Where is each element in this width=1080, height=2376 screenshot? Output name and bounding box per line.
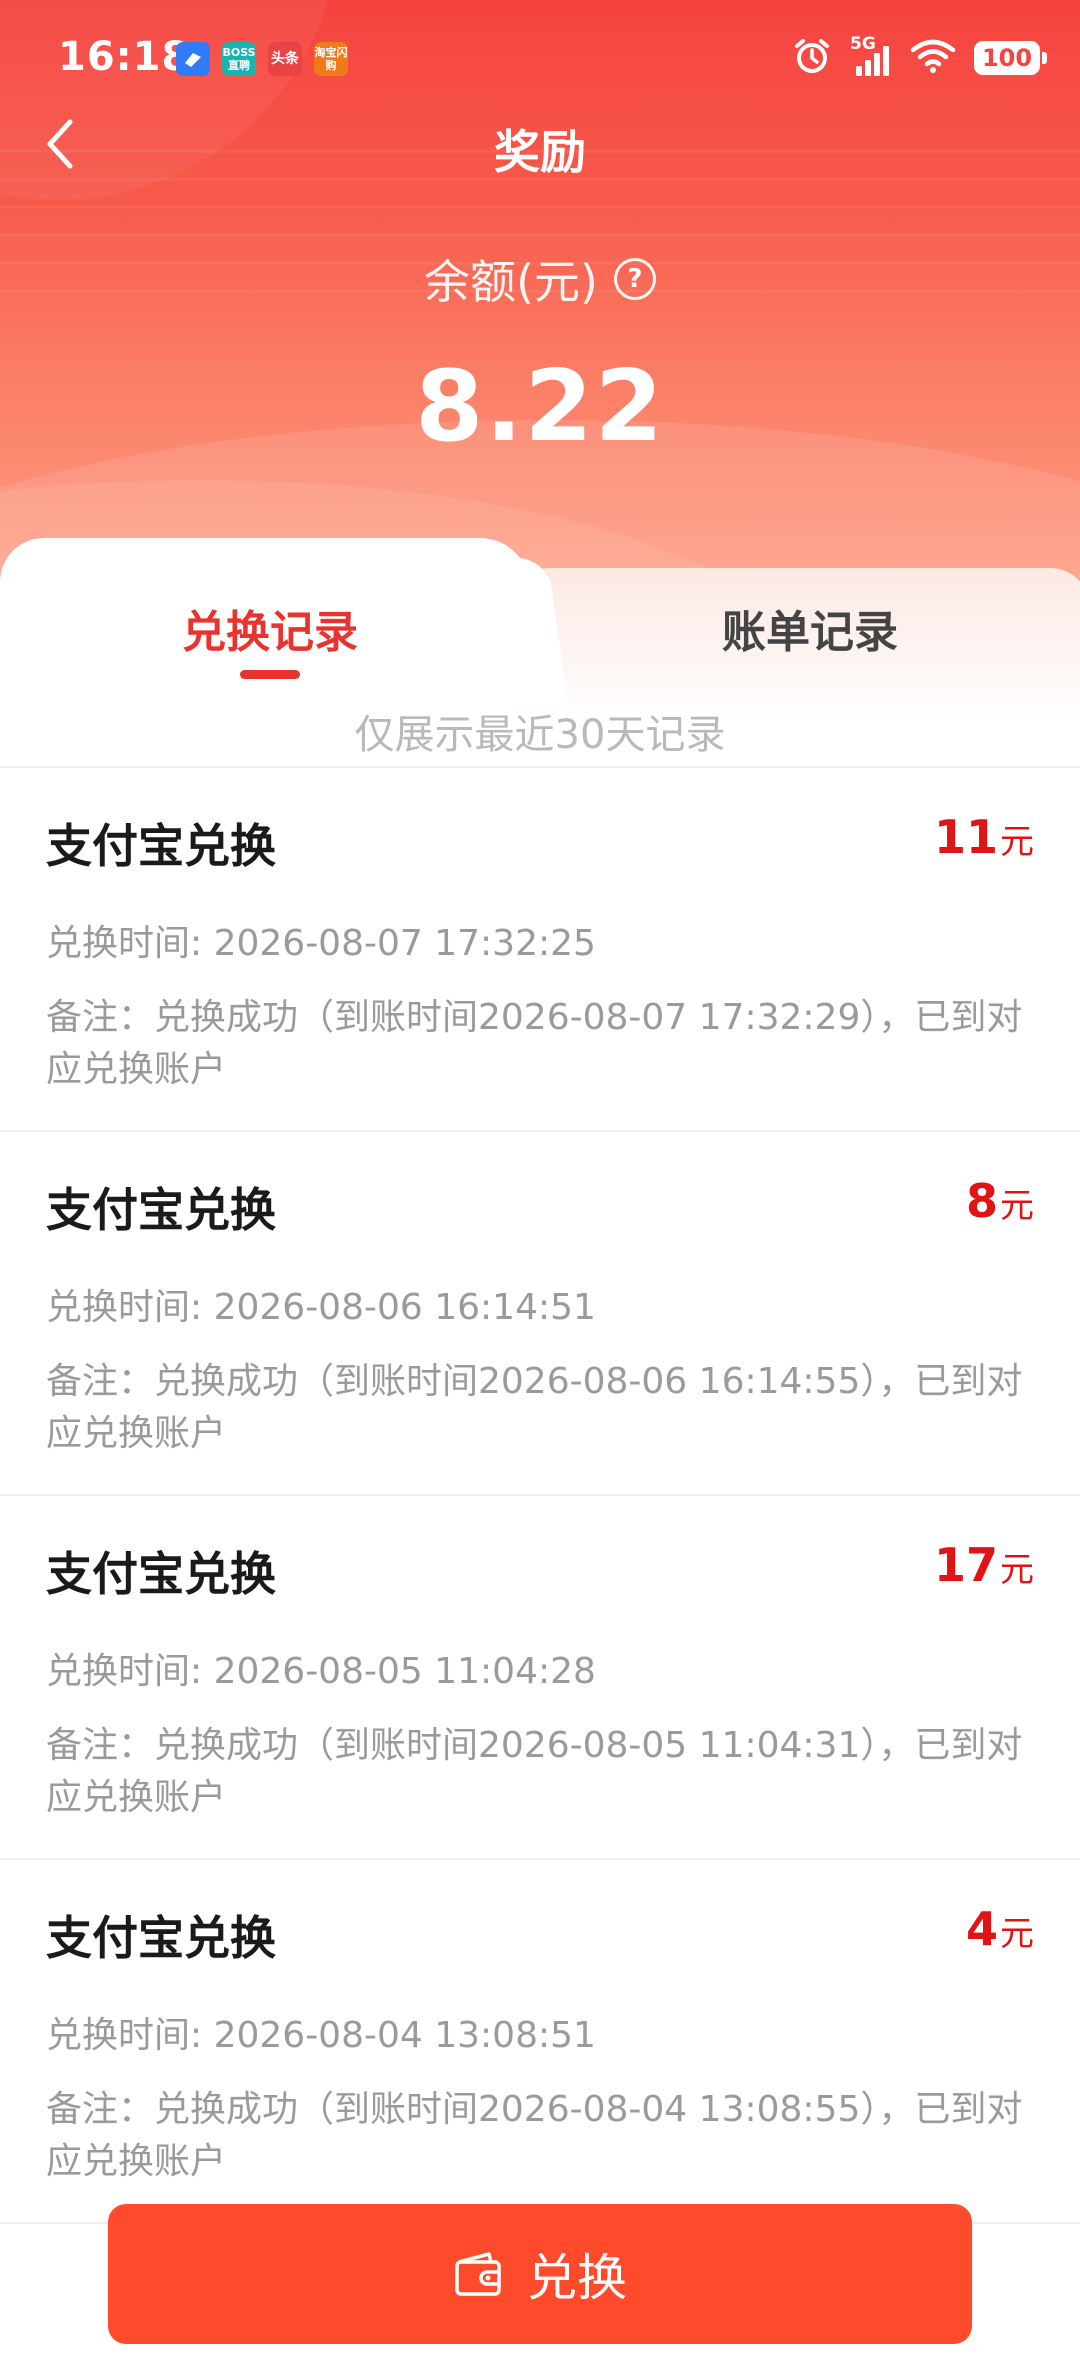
status-bar: 16:18 BOSS直聘 头条 淘宝闪购 5G 100 [0,0,1080,120]
wifi-icon [910,38,956,78]
list-item[interactable]: 支付宝兑换 8 元 兑换时间: 2026-08-06 16:14:51 备注：兑… [0,1132,1080,1496]
amount-unit: 元 [1000,1186,1034,1226]
toutiao-app-icon: 头条 [268,42,302,76]
record-title: 支付宝兑换 [46,1911,276,1965]
amount-unit: 元 [1000,822,1034,862]
list-item[interactable]: 支付宝兑换 17 元 兑换时间: 2026-08-05 11:04:28 备注：… [0,1496,1080,1860]
exchange-button-label: 兑换 [527,2249,627,2307]
battery-icon: 100 [974,41,1047,75]
list-item[interactable]: 支付宝兑换 4 元 兑换时间: 2026-08-04 13:08:51 备注：兑… [0,1860,1080,2224]
amount-value: 17 [933,1538,998,1592]
question-circle-icon[interactable]: ? [613,258,656,300]
balance-label: 余额(元) [424,255,598,309]
boss-app-icon: BOSS直聘 [222,42,256,76]
record-title: 支付宝兑换 [46,1547,276,1601]
record-title: 支付宝兑换 [46,819,276,873]
amount-unit: 元 [1000,1550,1034,1590]
record-amount: 11 元 [934,810,1034,864]
balance-label-row: 余额(元) ? [0,246,1080,312]
record-remark: 备注：兑换成功（到账时间2026-08-07 17:32:29），已到对应兑换账… [46,997,1023,1090]
amount-value: 4 [965,1902,998,1956]
amount-unit: 元 [1000,1914,1034,1954]
record-time: 兑换时间: 2026-08-05 11:04:28 [46,1651,596,1692]
wallet-icon [455,2252,501,2296]
list-item[interactable]: 支付宝兑换 11 元 兑换时间: 2026-08-07 17:32:25 备注：… [0,768,1080,1132]
record-time: 兑换时间: 2026-08-04 13:08:51 [46,2015,596,2056]
taobao-shangou-app-icon: 淘宝闪购 [314,42,348,76]
records-list: 支付宝兑换 11 元 兑换时间: 2026-08-07 17:32:25 备注：… [0,766,1080,2224]
status-icons: 5G 100 [792,34,1047,80]
amount-value: 11 [933,810,998,864]
record-amount: 8 元 [966,1174,1034,1228]
page-title: 奖励 [494,125,586,179]
status-time: 16:18 [58,34,191,80]
records-note: 仅展示最近30天记录 [354,712,726,758]
record-time: 兑换时间: 2026-08-07 17:32:25 [46,923,596,964]
app-badge-blue-icon [176,42,210,76]
record-remark: 备注：兑换成功（到账时间2026-08-05 11:04:31），已到对应兑换账… [46,1725,1023,1818]
record-amount: 17 元 [934,1538,1034,1592]
record-remark: 备注：兑换成功（到账时间2026-08-06 16:14:55），已到对应兑换账… [46,1361,1023,1454]
decor-stripe [0,234,1080,237]
record-title: 支付宝兑换 [46,1183,276,1237]
tab-exchange-records[interactable]: 兑换记录 [0,596,540,660]
exchange-button[interactable]: 兑换 [108,2204,972,2344]
decor-stripe [0,206,1080,209]
alarm-icon [792,36,832,80]
record-remark: 备注：兑换成功（到账时间2026-08-04 13:08:55），已到对应兑换账… [46,2089,1023,2182]
signal-icon: 5G [850,34,892,78]
tab-bill-records[interactable]: 账单记录 [540,596,1080,660]
rewards-screen: 16:18 BOSS直聘 头条 淘宝闪购 5G 100 奖励 余额(元) ? 8… [0,0,1080,2376]
record-time: 兑换时间: 2026-08-06 16:14:51 [46,1287,596,1328]
balance-value: 8.22 [415,350,665,464]
amount-value: 8 [965,1174,998,1228]
tab-indicator [240,670,300,679]
record-amount: 4 元 [966,1902,1034,1956]
tab-bar: 兑换记录 账单记录 [0,538,1080,718]
